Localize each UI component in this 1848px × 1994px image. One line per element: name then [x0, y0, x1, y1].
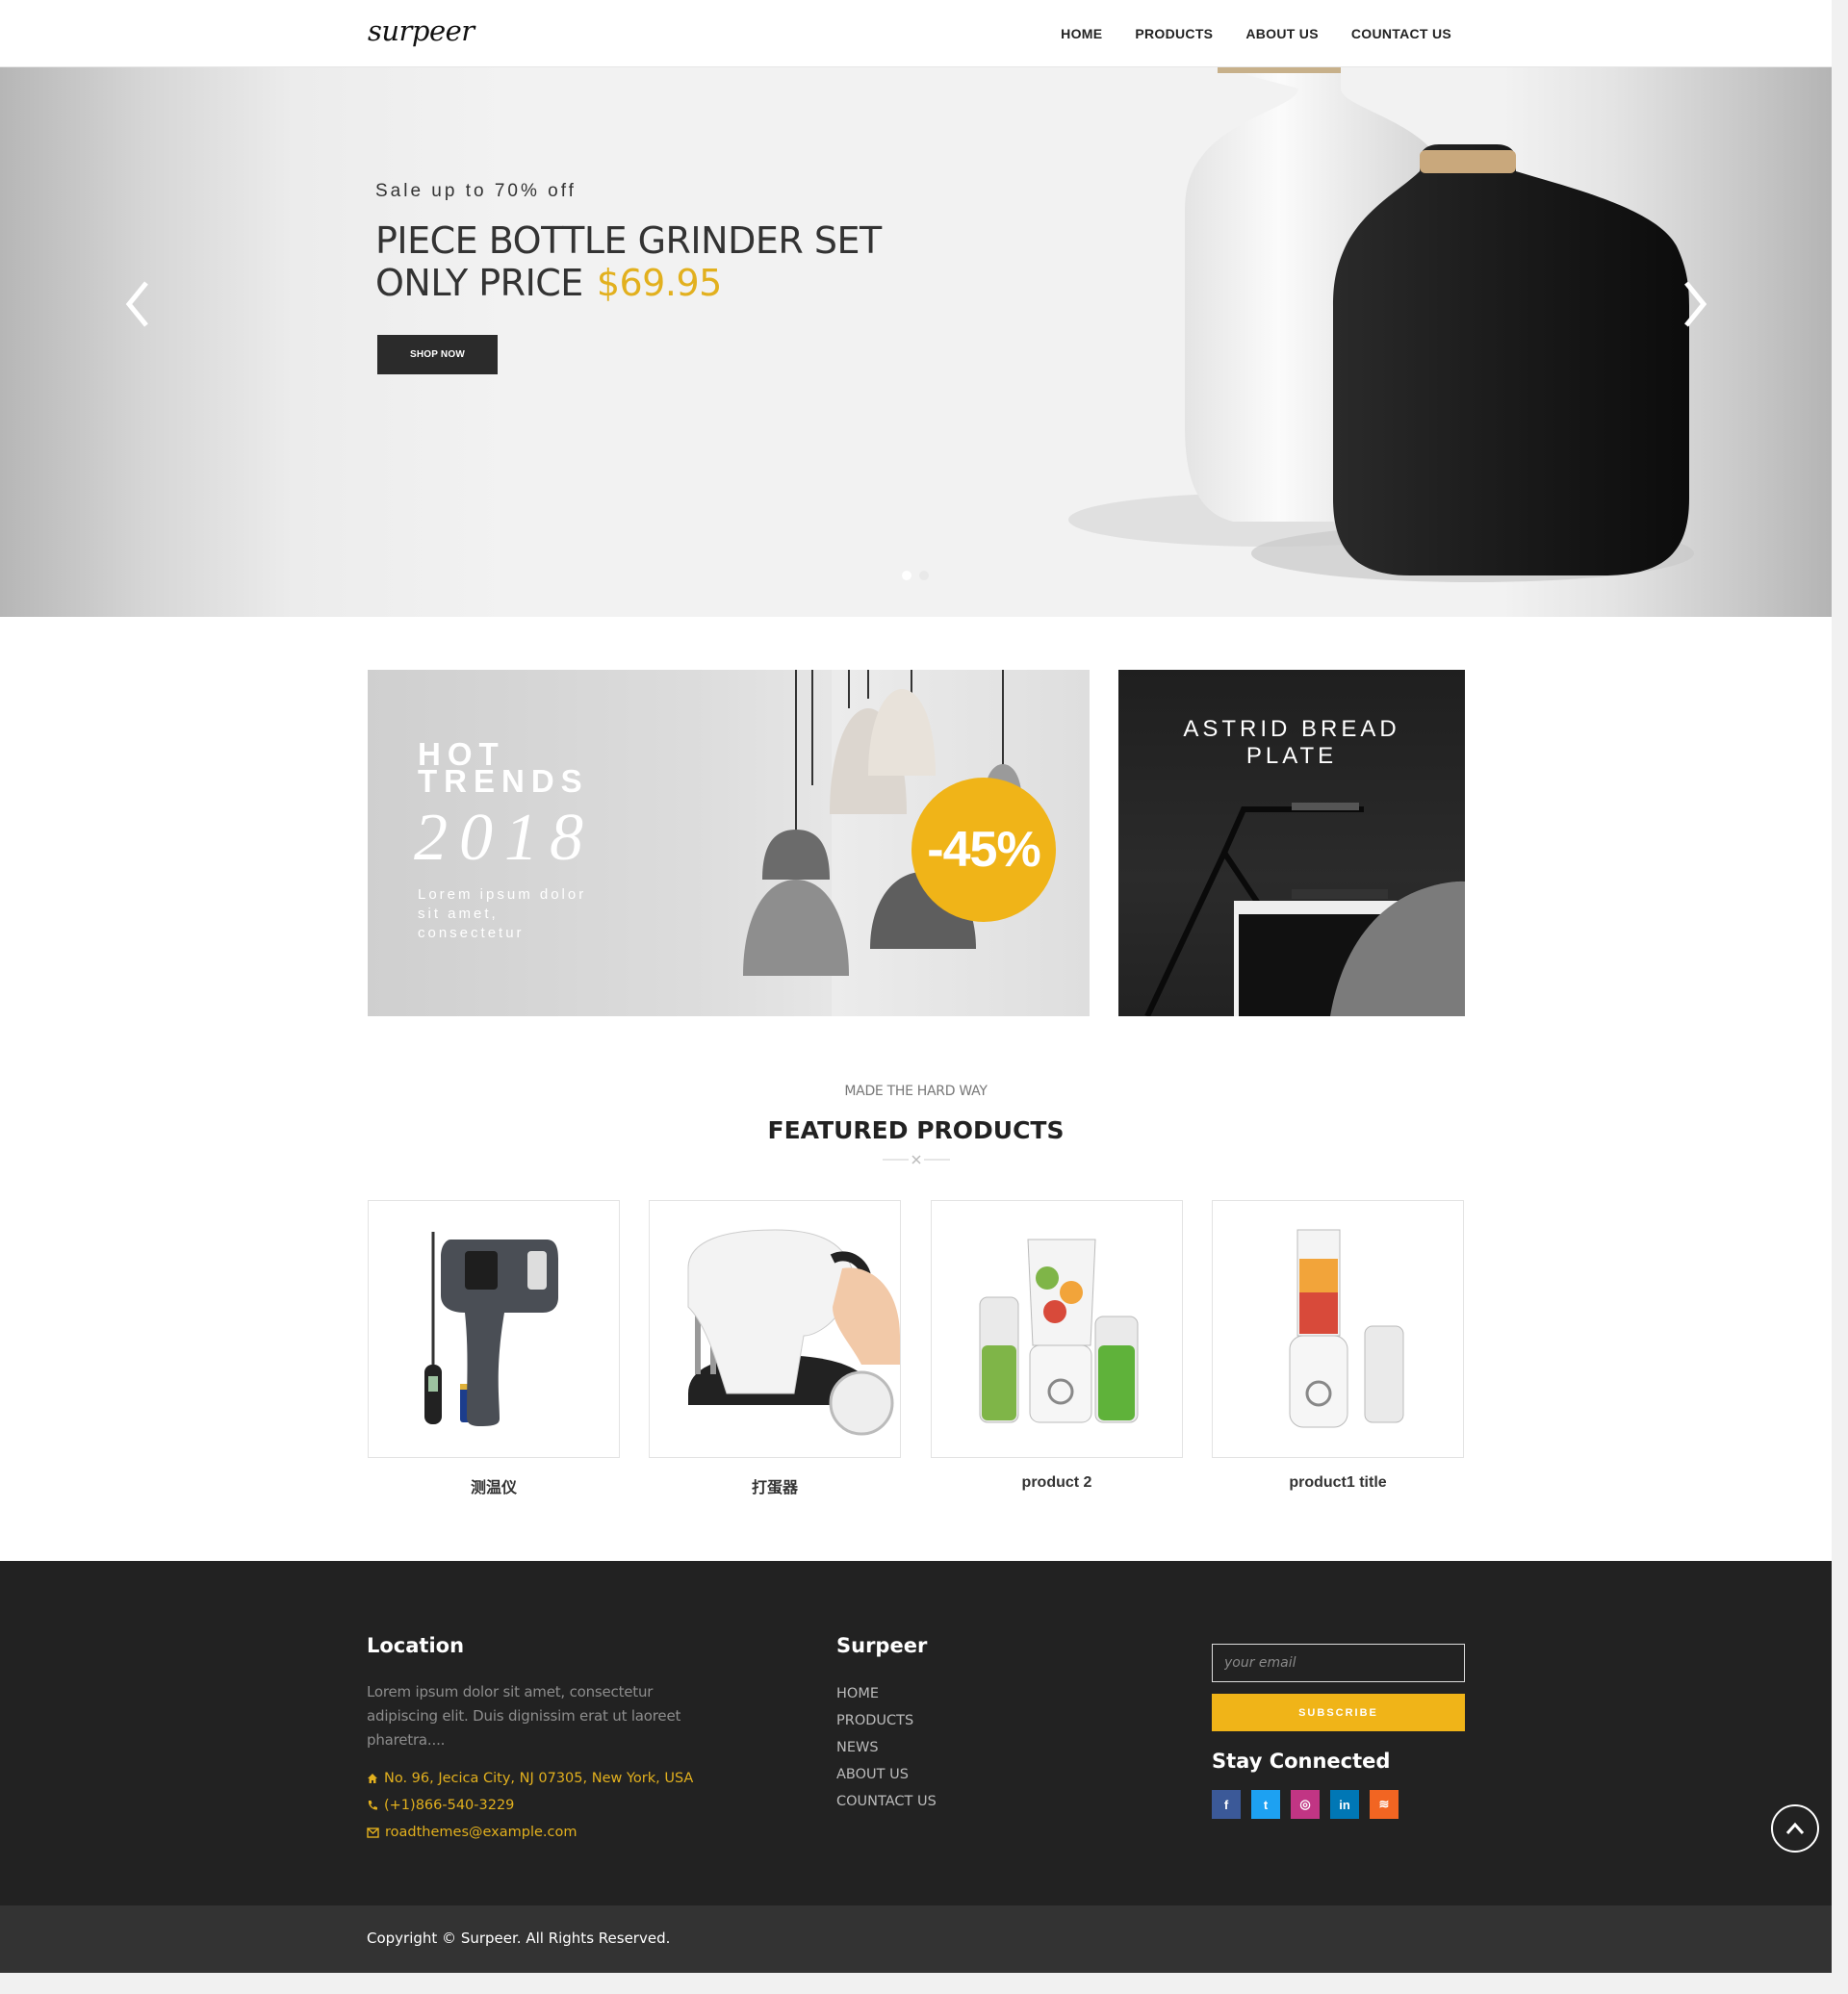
product-name-4[interactable]: product1 title [1212, 1474, 1464, 1492]
surpeer-logo[interactable]: surpeer [366, 13, 476, 52]
copyright-text: Copyright © Surpeer. All Rights Reserved… [367, 1930, 671, 1947]
promo-hot-trends: HOT TRENDS [418, 738, 589, 799]
product-card-3[interactable] [931, 1200, 1183, 1458]
social-links: f t ◎ in ≋ [1212, 1790, 1399, 1819]
hero-title-line2: ONLY PRICE $69.95 [375, 262, 882, 304]
linkedin-icon[interactable]: in [1330, 1790, 1359, 1819]
newsletter-email-input[interactable] [1212, 1644, 1465, 1682]
slider-prev-arrow-icon[interactable] [119, 277, 158, 331]
footer-link-countact-us[interactable]: COUNTACT US [836, 1788, 937, 1815]
astrid-bread-plate-banner[interactable]: ASTRID BREAD PLATE [1118, 670, 1465, 1016]
thermometer-image [424, 1232, 558, 1426]
nav-countact-us[interactable]: COUNTACT US [1351, 26, 1451, 41]
product-name-3[interactable]: product 2 [931, 1474, 1183, 1492]
product-name-1[interactable]: 测温仪 [368, 1474, 620, 1497]
facebook-icon[interactable]: f [1212, 1790, 1241, 1819]
promo-year: 2018 [414, 801, 595, 875]
featured-title: FEATURED PRODUCTS [767, 1116, 1065, 1144]
personal-blender-image [1289, 1229, 1404, 1428]
hero-slider: Sale up to 70% off PIECE BOTTLE GRINDER … [0, 67, 1832, 617]
location-heading: Location [367, 1634, 465, 1657]
hero-only-price: ONLY PRICE [375, 262, 583, 304]
site-header: surpeer HOME PRODUCTS ABOUT US COUNTACT … [0, 0, 1832, 67]
promo-subtitle: Lorem ipsum dolor sit amet, consectetur [418, 886, 587, 941]
nav-home[interactable]: HOME [1061, 26, 1102, 41]
page: surpeer HOME PRODUCTS ABOUT US COUNTACT … [0, 0, 1832, 1973]
main-nav: HOME PRODUCTS ABOUT US COUNTACT US [1061, 0, 1451, 67]
email: roadthemes@example.com [367, 1825, 578, 1840]
address: No. 96, Jecica City, NJ 07305, New York,… [367, 1771, 693, 1786]
footer-link-about-us[interactable]: ABOUT US [836, 1761, 937, 1788]
product-card-1[interactable] [368, 1200, 620, 1458]
hero-kicker: Sale up to 70% off [375, 181, 577, 201]
phone-text[interactable]: (+1)866-540-3229 [384, 1798, 514, 1813]
site-footer: Location Lorem ipsum dolor sit amet, con… [0, 1561, 1832, 1905]
email-text[interactable]: roadthemes@example.com [385, 1825, 578, 1840]
product-card-2[interactable] [649, 1200, 901, 1458]
slider-dot-1[interactable] [902, 571, 911, 580]
phone: (+1)866-540-3229 [367, 1798, 514, 1813]
chevron-up-icon [1785, 1822, 1805, 1834]
nav-products[interactable]: PRODUCTS [1135, 26, 1213, 41]
address-text: No. 96, Jecica City, NJ 07305, New York,… [384, 1771, 694, 1786]
rss-icon[interactable]: ≋ [1370, 1790, 1399, 1819]
promo-trends: TRENDS [418, 763, 589, 799]
title-divider-icon [883, 1155, 950, 1164]
slider-next-arrow-icon[interactable] [1675, 277, 1713, 331]
product-name-2[interactable]: 打蛋器 [649, 1474, 901, 1497]
hero-title-line1: PIECE BOTTLE GRINDER SET [375, 219, 882, 262]
footer-links: HOME PRODUCTS NEWS ABOUT US COUNTACT US [836, 1680, 937, 1815]
copyright-bar: Copyright © Surpeer. All Rights Reserved… [0, 1905, 1832, 1973]
instagram-icon[interactable]: ◎ [1291, 1790, 1320, 1819]
subscribe-button[interactable]: SUBSCRIBE [1212, 1694, 1465, 1731]
envelope-icon [367, 1827, 379, 1838]
discount-badge: -45% [911, 778, 1056, 922]
back-to-top-button[interactable] [1771, 1804, 1819, 1853]
desk-lamp-image [1144, 803, 1465, 1016]
slider-dots [902, 571, 929, 580]
featured-kicker: MADE THE HARD WAY [844, 1084, 988, 1099]
blender-set-image [979, 1239, 1139, 1423]
nav-about-us[interactable]: ABOUT US [1245, 26, 1319, 41]
location-text: Lorem ipsum dolor sit amet, consectetur … [367, 1683, 681, 1749]
hero-text: Sale up to 70% off PIECE BOTTLE GRINDER … [375, 181, 882, 304]
slider-dot-2[interactable] [919, 571, 929, 580]
hero-title: PIECE BOTTLE GRINDER SET ONLY PRICE $69.9… [375, 219, 882, 304]
hand-mixer-image [687, 1229, 900, 1436]
svg-text:surpeer: surpeer [368, 14, 476, 47]
hot-trends-banner[interactable]: HOT TRENDS 2018 Lorem ipsum dolor sit am… [368, 670, 1090, 1016]
phone-icon [368, 1801, 377, 1810]
home-icon [368, 1774, 377, 1783]
footer-link-news[interactable]: NEWS [836, 1734, 937, 1761]
product-card-4[interactable] [1212, 1200, 1464, 1458]
shop-now-button[interactable]: SHOP NOW [377, 335, 498, 374]
footer-link-products[interactable]: PRODUCTS [836, 1707, 937, 1734]
links-heading: Surpeer [836, 1634, 928, 1657]
footer-link-home[interactable]: HOME [836, 1680, 937, 1707]
hero-price: $69.95 [596, 262, 722, 304]
hero-bottles-image [1068, 67, 1694, 582]
stay-connected-heading: Stay Connected [1212, 1750, 1391, 1773]
twitter-icon[interactable]: t [1251, 1790, 1280, 1819]
